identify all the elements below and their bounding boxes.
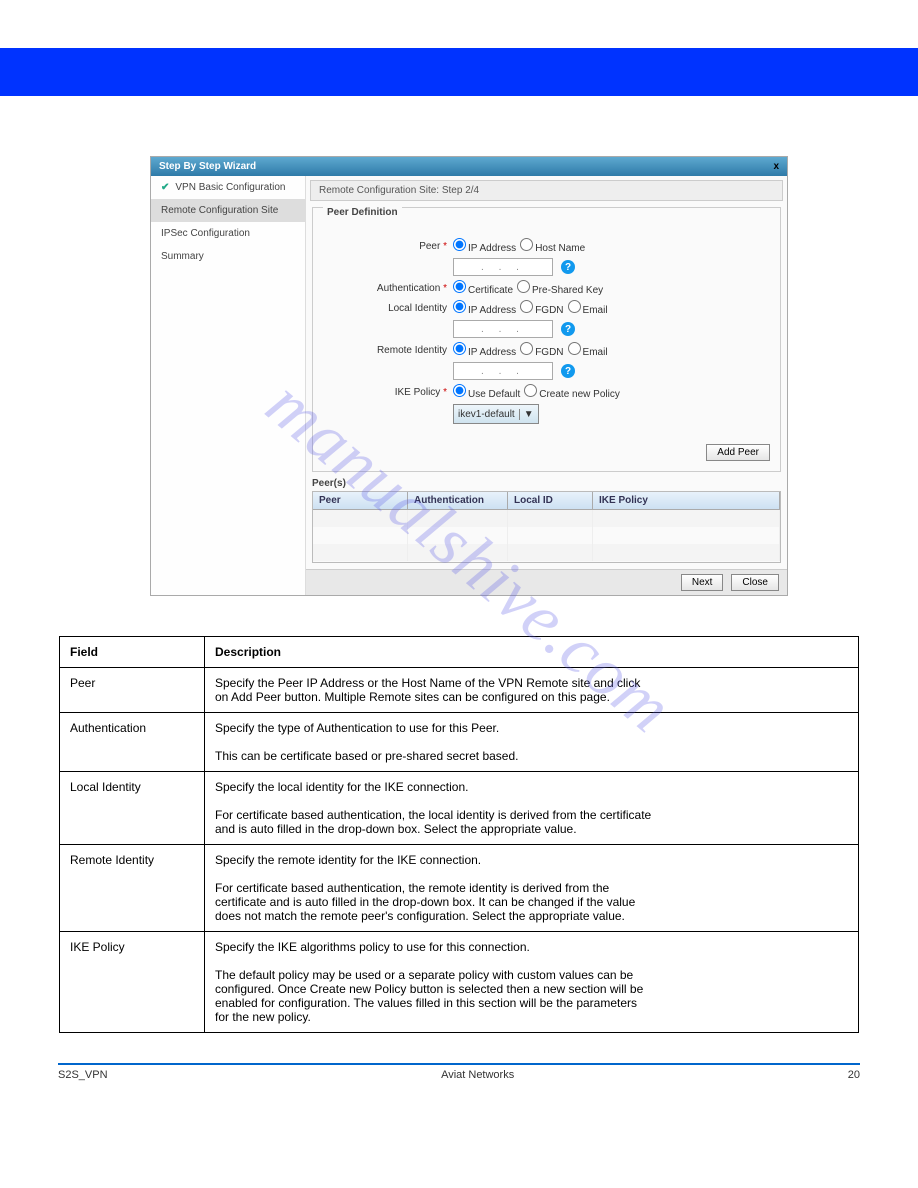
table-row: IKE PolicySpecify the IKE algorithms pol… xyxy=(60,932,859,1033)
footer-mid: Aviat Networks xyxy=(441,1069,514,1081)
remote-ip-radio[interactable]: IP Address xyxy=(453,342,516,358)
sidebar-item-label: Remote Configuration Site xyxy=(161,205,278,216)
remote-email-radio[interactable]: Email xyxy=(568,342,608,358)
field-cell: Remote Identity xyxy=(60,845,205,932)
auth-psk-radio[interactable]: Pre-Shared Key xyxy=(517,280,603,296)
table-row: Remote IdentitySpecify the remote identi… xyxy=(60,845,859,932)
chevron-down-icon: ▼ xyxy=(519,409,534,420)
footer-right: 20 xyxy=(848,1069,860,1081)
field-cell: IKE Policy xyxy=(60,932,205,1033)
step-header: Remote Configuration Site: Step 2/4 xyxy=(310,180,783,201)
close-icon[interactable]: x xyxy=(773,161,779,172)
table-row: Local IdentitySpecify the local identity… xyxy=(60,772,859,845)
fieldset-legend: Peer Definition xyxy=(323,207,402,218)
page-top-banner xyxy=(0,48,918,96)
peer-ip-radio[interactable]: IP Address xyxy=(453,238,516,254)
peer-ip-input[interactable]: . . . xyxy=(453,258,553,276)
th-field: Field xyxy=(60,637,205,668)
wizard-sidebar: VPN Basic Configuration Remote Configura… xyxy=(151,176,306,595)
footer-left: S2S_VPN xyxy=(58,1069,108,1081)
peers-title: Peer(s) xyxy=(312,478,781,489)
auth-label: Authentication * xyxy=(323,283,453,294)
help-icon[interactable]: ? xyxy=(561,260,575,274)
sidebar-step-remote-config[interactable]: Remote Configuration Site xyxy=(151,199,305,222)
ike-default-radio[interactable]: Use Default xyxy=(453,384,520,400)
table-row: PeerSpecify the Peer IP Address or the H… xyxy=(60,668,859,713)
wizard-footer: Next Close xyxy=(306,569,787,595)
sidebar-item-label: VPN Basic Configuration xyxy=(175,182,285,193)
sidebar-item-label: IPSec Configuration xyxy=(161,228,250,239)
sidebar-item-label: Summary xyxy=(161,251,204,262)
table-row: AuthenticationSpecify the type of Authen… xyxy=(60,713,859,772)
field-cell: Local Identity xyxy=(60,772,205,845)
desc-cell: Specify the remote identity for the IKE … xyxy=(205,845,859,932)
table-row xyxy=(313,510,780,527)
remote-id-input[interactable]: . . . xyxy=(453,362,553,380)
local-id-label: Local Identity xyxy=(323,303,453,314)
next-button[interactable]: Next xyxy=(681,574,724,591)
wizard-window: Step By Step Wizard x VPN Basic Configur… xyxy=(150,156,788,596)
wizard-main: Remote Configuration Site: Step 2/4 Peer… xyxy=(306,176,787,595)
wizard-title: Step By Step Wizard xyxy=(159,161,256,172)
th-desc: Description xyxy=(205,637,859,668)
sidebar-step-vpn-basic[interactable]: VPN Basic Configuration xyxy=(151,176,305,199)
sidebar-step-summary[interactable]: Summary xyxy=(151,245,305,268)
col-header-localid: Local ID xyxy=(508,492,593,509)
local-email-radio[interactable]: Email xyxy=(568,300,608,316)
peer-label: Peer * xyxy=(323,241,453,252)
local-fgdn-radio[interactable]: FGDN xyxy=(520,300,563,316)
add-peer-button[interactable]: Add Peer xyxy=(706,444,770,461)
ike-policy-select[interactable]: ikev1-default▼ xyxy=(453,404,539,424)
local-ip-radio[interactable]: IP Address xyxy=(453,300,516,316)
peer-definition-fieldset: Peer Definition Peer * IP Address Host N… xyxy=(312,207,781,472)
remote-fgdn-radio[interactable]: FGDN xyxy=(520,342,563,358)
col-header-auth: Authentication xyxy=(408,492,508,509)
help-icon[interactable]: ? xyxy=(561,364,575,378)
field-cell: Peer xyxy=(60,668,205,713)
peer-host-radio[interactable]: Host Name xyxy=(520,238,585,254)
local-id-input[interactable]: . . . xyxy=(453,320,553,338)
page-footer: S2S_VPN Aviat Networks 20 xyxy=(58,1063,860,1081)
description-table: Field Description PeerSpecify the Peer I… xyxy=(59,636,859,1033)
ike-policy-label: IKE Policy * xyxy=(323,387,453,398)
sidebar-step-ipsec[interactable]: IPSec Configuration xyxy=(151,222,305,245)
col-header-ike: IKE Policy xyxy=(593,492,780,509)
desc-cell: Specify the local identity for the IKE c… xyxy=(205,772,859,845)
peers-table: Peer Authentication Local ID IKE Policy xyxy=(312,491,781,563)
help-icon[interactable]: ? xyxy=(561,322,575,336)
remote-id-label: Remote Identity xyxy=(323,345,453,356)
auth-cert-radio[interactable]: Certificate xyxy=(453,280,513,296)
table-row xyxy=(313,527,780,544)
desc-cell: Specify the Peer IP Address or the Host … xyxy=(205,668,859,713)
field-cell: Authentication xyxy=(60,713,205,772)
col-header-peer: Peer xyxy=(313,492,408,509)
wizard-titlebar: Step By Step Wizard x xyxy=(151,157,787,176)
desc-cell: Specify the IKE algorithms policy to use… xyxy=(205,932,859,1033)
desc-cell: Specify the type of Authentication to us… xyxy=(205,713,859,772)
ike-create-radio[interactable]: Create new Policy xyxy=(524,384,620,400)
table-row xyxy=(313,544,780,561)
close-button[interactable]: Close xyxy=(731,574,779,591)
